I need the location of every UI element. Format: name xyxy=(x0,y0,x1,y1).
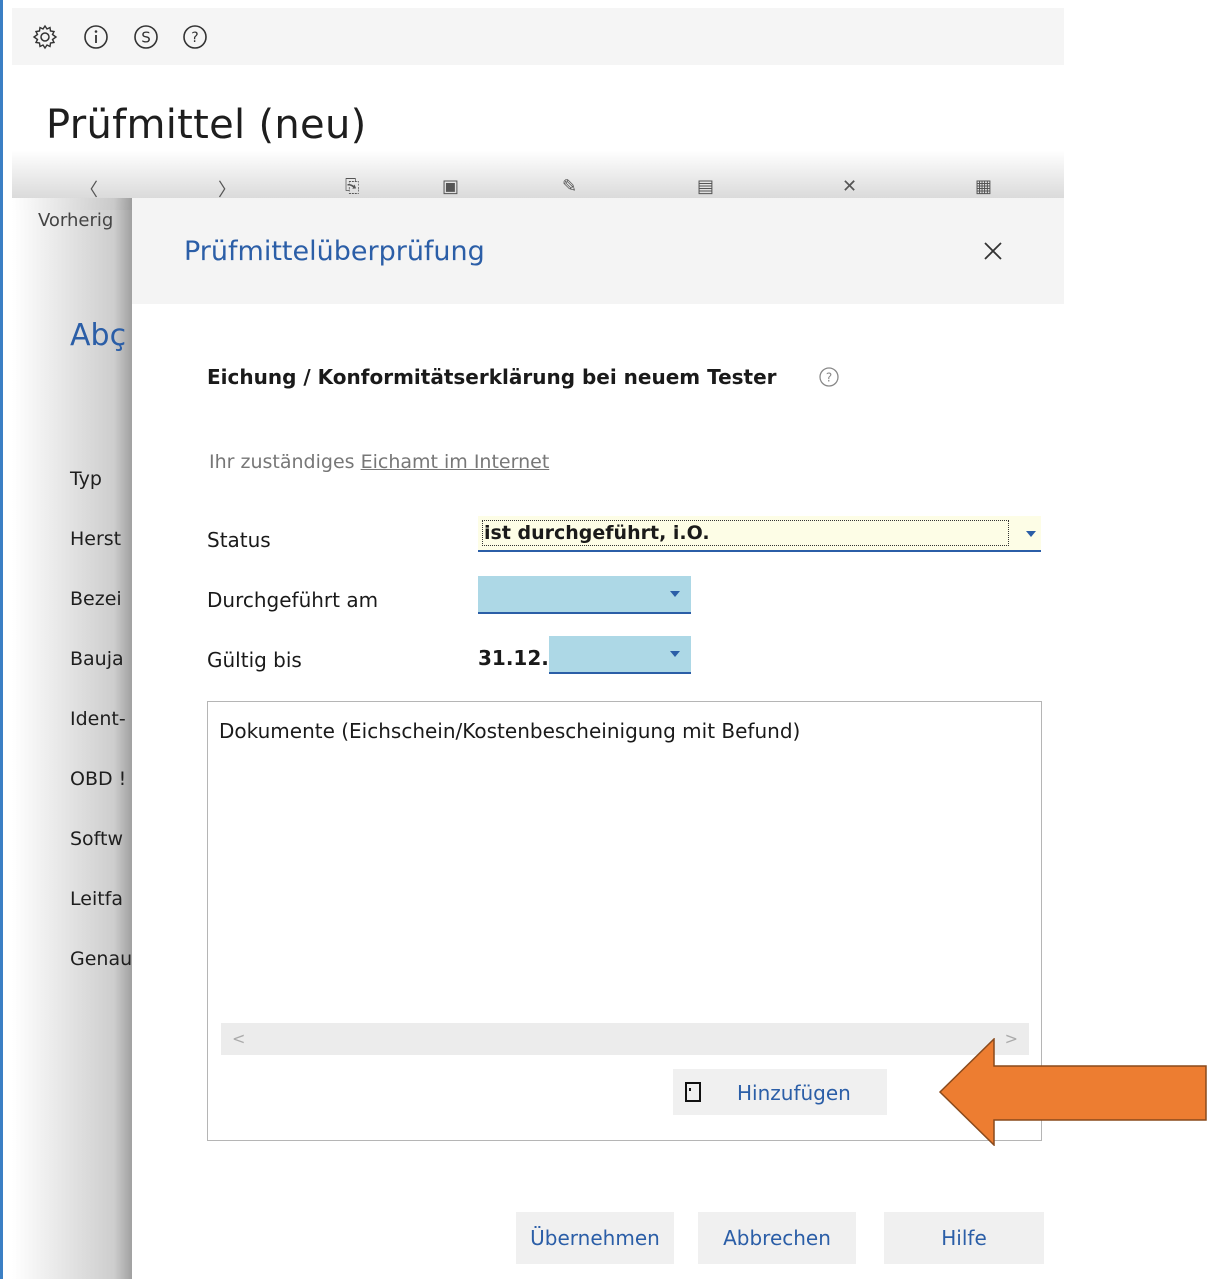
previous-button-label[interactable]: Vorherig xyxy=(38,210,113,231)
chevron-down-icon[interactable] xyxy=(670,651,680,657)
modal-overlay-left xyxy=(12,198,132,1279)
svg-text:?: ? xyxy=(191,30,198,46)
chevron-down-icon[interactable] xyxy=(1026,531,1036,537)
close-icon[interactable] xyxy=(978,236,1008,266)
help-icon[interactable]: ? xyxy=(182,24,208,50)
new-icon[interactable]: ▣ xyxy=(442,176,459,197)
help-button[interactable]: Hilfe xyxy=(884,1212,1044,1264)
background-field-label: Softw xyxy=(70,828,124,850)
window-edge xyxy=(0,0,3,1279)
save-icon[interactable]: ▤ xyxy=(697,176,714,197)
page-title: Prüfmittel (neu) xyxy=(46,102,367,148)
new-document-icon xyxy=(685,1082,701,1102)
cancel-icon[interactable]: ✕ xyxy=(842,176,857,197)
info-icon[interactable] xyxy=(83,24,109,50)
horizontal-scrollbar[interactable]: < > xyxy=(221,1023,1029,1055)
dialog-header: Prüfmittelüberprüfung xyxy=(132,198,1064,304)
delete-icon[interactable]: ▦ xyxy=(975,176,992,197)
inspection-dialog: Prüfmittelüberprüfung Eichung / Konformi… xyxy=(132,198,1064,1279)
scroll-left-button[interactable]: < xyxy=(232,1029,245,1048)
performed-date-label: Durchgeführt am xyxy=(207,588,379,612)
status-label: Status xyxy=(207,528,271,552)
add-document-label: Hinzufügen xyxy=(737,1081,851,1105)
background-field-label: Leitfa xyxy=(70,888,124,910)
dialog-title: Prüfmittelüberprüfung xyxy=(184,236,485,267)
add-document-button[interactable]: Hinzufügen xyxy=(673,1069,887,1115)
documents-panel: Dokumente (Eichschein/Kostenbescheinigun… xyxy=(207,701,1042,1141)
gear-icon[interactable] xyxy=(32,24,58,50)
hint-text: Ihr zuständiges xyxy=(209,451,355,473)
valid-until-prefix: 31.12. xyxy=(478,646,549,670)
calibration-office-link[interactable]: Eichamt im Internet xyxy=(361,451,550,473)
cancel-button[interactable]: Abbrechen xyxy=(698,1212,856,1264)
help-circle-icon[interactable]: ? xyxy=(818,366,840,388)
highlight-arrow-icon xyxy=(938,1038,1207,1146)
svg-text:?: ? xyxy=(826,371,832,385)
authority-hint: Ihr zuständiges Eichamt im Internet xyxy=(209,451,549,473)
status-select[interactable]: ist durchgeführt, i.O. xyxy=(478,516,1041,552)
apply-button[interactable]: Übernehmen xyxy=(516,1212,674,1264)
background-field-label: Bauja xyxy=(70,648,124,670)
background-section-title: Abç xyxy=(70,318,127,353)
background-field-label: Genau xyxy=(70,948,133,970)
section-title: Eichung / Konformitätserklärung bei neue… xyxy=(207,365,777,389)
background-field-label: OBD ! xyxy=(70,768,127,790)
performed-date-picker[interactable] xyxy=(478,576,691,614)
dollar-icon[interactable]: S xyxy=(133,24,159,50)
chevron-down-icon[interactable] xyxy=(670,591,680,597)
print-icon[interactable]: ⎘ xyxy=(345,176,359,197)
background-field-label: Typ xyxy=(70,468,102,490)
background-field-label: Bezei xyxy=(70,588,122,610)
background-field-label: Herst xyxy=(70,528,122,550)
svg-text:S: S xyxy=(141,29,151,47)
background-field-label: Ident- xyxy=(70,708,126,730)
documents-title: Dokumente (Eichschein/Kostenbescheinigun… xyxy=(219,719,801,743)
edit-icon[interactable]: ✎ xyxy=(562,176,577,197)
status-select-value: ist durchgeführt, i.O. xyxy=(482,520,1009,546)
valid-until-year-picker[interactable] xyxy=(549,636,691,674)
valid-until-label: Gültig bis xyxy=(207,648,302,672)
top-toolbar: S ? xyxy=(12,8,1064,65)
